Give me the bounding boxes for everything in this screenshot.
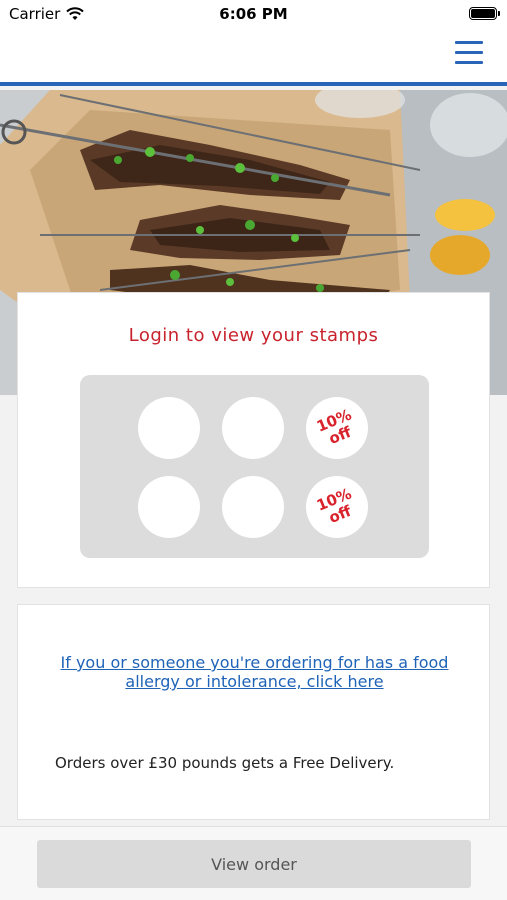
status-bar: Carrier 6:06 PM xyxy=(0,0,507,30)
stamp-slot xyxy=(222,397,284,459)
info-card: If you or someone you're ordering for ha… xyxy=(17,604,490,820)
stamp-reward-slot: 10% off xyxy=(306,476,368,538)
allergy-info-link[interactable]: If you or someone you're ordering for ha… xyxy=(38,653,471,691)
reward-label: 10% off xyxy=(313,405,355,448)
free-delivery-note: Orders over £30 pounds gets a Free Deliv… xyxy=(55,754,395,772)
battery-icon xyxy=(469,7,500,20)
status-time: 6:06 PM xyxy=(219,5,288,23)
stamp-slot xyxy=(222,476,284,538)
stamp-card-title: Login to view your stamps xyxy=(128,325,379,346)
footer-bar: View order xyxy=(0,826,507,900)
app-header xyxy=(0,30,507,86)
stamp-panel: 10% off 10% off xyxy=(80,375,429,558)
stamp-slot xyxy=(138,397,200,459)
reward-label: 10% off xyxy=(313,484,355,527)
hamburger-menu-icon[interactable] xyxy=(455,41,483,65)
view-order-button[interactable]: View order xyxy=(37,840,471,888)
stamp-reward-slot: 10% off xyxy=(306,397,368,459)
stamp-slot xyxy=(138,476,200,538)
stamp-card: Login to view your stamps 10% off 10% of… xyxy=(17,292,490,588)
